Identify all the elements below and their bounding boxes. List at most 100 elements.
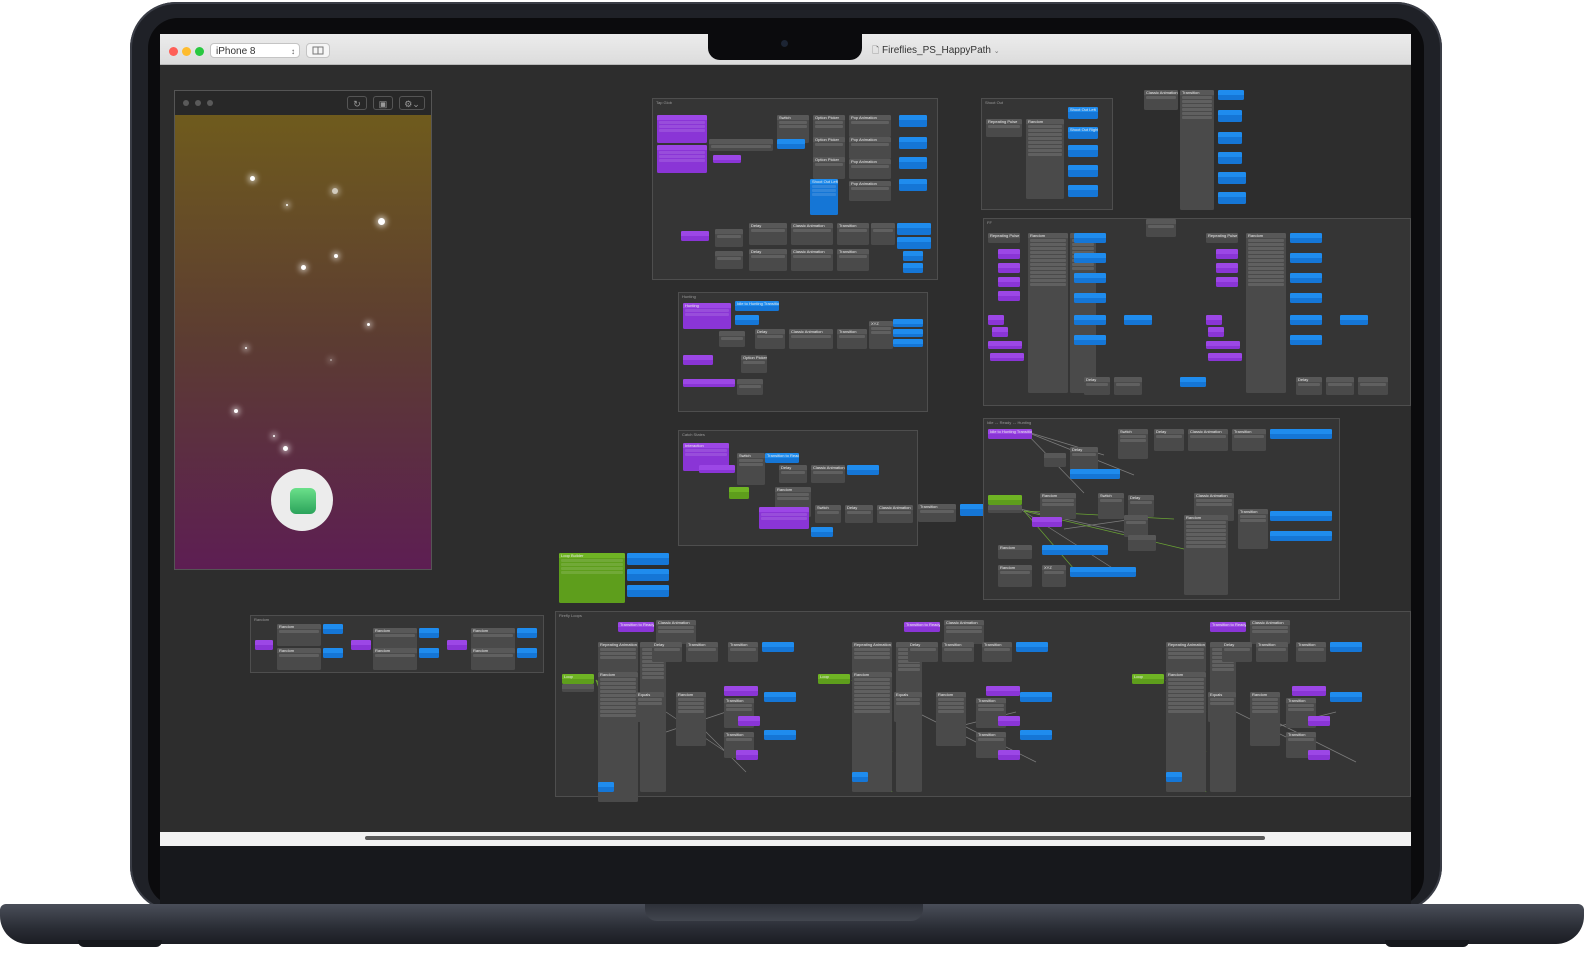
patch-node-random[interactable]: Random xyxy=(998,545,1032,559)
patch-node-output[interactable] xyxy=(627,569,669,581)
patch-node-pop-animation[interactable]: Pop Animation xyxy=(849,181,891,201)
patch-node[interactable] xyxy=(998,750,1020,760)
preview-canvas[interactable] xyxy=(175,115,431,569)
patch-node-transition[interactable]: Transition xyxy=(837,329,867,349)
patch-node-output[interactable] xyxy=(1166,772,1182,782)
patch-group-transitions[interactable]: Idle ↔ Ready ↔ Hunting Idle to Hunting T… xyxy=(983,418,1340,600)
patch-node-equals[interactable]: Equals xyxy=(636,692,664,722)
patch-node-output[interactable] xyxy=(764,730,796,740)
patch-node-output[interactable] xyxy=(1074,293,1106,303)
patch-node-output[interactable] xyxy=(1074,253,1106,263)
patch-node[interactable] xyxy=(724,686,758,696)
patch-node[interactable] xyxy=(1128,535,1156,551)
patch-node-delay[interactable]: Delay xyxy=(1128,495,1154,517)
patch-node-output[interactable] xyxy=(903,263,923,273)
patch-node-xyz[interactable]: XYZ xyxy=(1042,565,1066,587)
patch-node-option-picker[interactable]: Option Picker xyxy=(813,137,845,159)
patch-node-output[interactable] xyxy=(517,648,537,658)
patch-node-random[interactable]: Random xyxy=(373,628,417,650)
patch-node-output[interactable] xyxy=(1270,429,1332,439)
patch-node-loop[interactable]: Loop xyxy=(1132,674,1164,684)
patch-node-output[interactable] xyxy=(897,237,931,249)
patch-node-output[interactable] xyxy=(847,465,879,475)
patch-node-repeating-pulse[interactable]: Repeating Pulse xyxy=(1206,233,1238,243)
patch-node-classic-animation[interactable]: Classic Animation xyxy=(1250,620,1290,644)
patch-node-shoot-out-right[interactable]: Shoot Out Right xyxy=(1068,127,1098,139)
patch-node-transition-to-ready[interactable]: Transition to Ready xyxy=(904,622,940,632)
patch-node-output[interactable] xyxy=(1218,110,1242,122)
patch-node[interactable] xyxy=(715,251,743,269)
patch-group-hunting[interactable]: Hunting Hunting Idle to Hunting Transiti… xyxy=(678,292,928,412)
patch-node-output[interactable] xyxy=(1290,233,1322,243)
patch-node-output[interactable] xyxy=(899,179,927,191)
patch-node-output[interactable] xyxy=(1340,315,1368,325)
patch-node-classic-animation[interactable]: Classic Animation xyxy=(656,620,696,644)
patch-node-output[interactable] xyxy=(1020,692,1052,702)
record-icon[interactable]: ▣ xyxy=(373,96,393,110)
patch-node-delay[interactable]: Delay xyxy=(1222,642,1252,662)
patch-node-output[interactable] xyxy=(893,319,923,327)
patch-group-interaction[interactable]: Catch States Interaction Switch Transiti… xyxy=(678,430,918,546)
patch-node-output[interactable] xyxy=(1218,132,1242,144)
patch-node-output[interactable] xyxy=(1074,233,1106,243)
patch-node-output[interactable] xyxy=(627,553,669,565)
patch-node-output[interactable] xyxy=(903,251,923,261)
patch-node-transition[interactable]: Transition xyxy=(982,642,1012,662)
patch-node-output[interactable]: Transition to Ready xyxy=(765,453,799,463)
minimize-window-button[interactable] xyxy=(182,47,191,56)
patch-node-output[interactable] xyxy=(1218,192,1246,204)
patch-node-switch[interactable]: Switch xyxy=(815,505,841,523)
patch-node-delay[interactable]: Delay xyxy=(908,642,938,662)
patch-node-output[interactable] xyxy=(419,648,439,658)
patch-node-output[interactable] xyxy=(1042,545,1108,555)
patch-node-output[interactable]: Idle to Hunting Transition xyxy=(735,301,779,311)
patch-node[interactable] xyxy=(1206,341,1240,349)
patch-node[interactable] xyxy=(351,640,371,650)
patch-group-shoot-out[interactable]: Shoot Out Repeating Pulse Random Shoot O… xyxy=(981,98,1113,210)
patch-node-delay[interactable]: Delay xyxy=(1070,447,1098,471)
patch-node-equals[interactable]: Equals xyxy=(894,692,922,722)
patch-node-delay[interactable]: Delay xyxy=(779,465,807,483)
patch-node-output[interactable] xyxy=(1074,335,1106,345)
patch-node-transition[interactable]: Transition xyxy=(1256,642,1288,662)
patch-node-output[interactable] xyxy=(1068,185,1098,197)
patch-node-transition-to-ready[interactable]: Transition to Ready xyxy=(618,622,654,632)
patch-group-tap[interactable]: Tap Glob Switch Option Picker Option Pic… xyxy=(652,98,938,280)
patch-node-delay[interactable]: Delay xyxy=(749,223,787,245)
patch-node-output[interactable] xyxy=(1016,642,1048,652)
patch-node[interactable] xyxy=(1208,353,1242,361)
patch-node-transition[interactable]: Transition xyxy=(942,642,974,662)
patch-node-random[interactable]: Random xyxy=(998,565,1032,587)
patch-node-option-picker[interactable]: Option Picker xyxy=(813,157,845,179)
patch-node[interactable]: Idle to Hunting Transition xyxy=(988,429,1032,439)
patch-node-random[interactable]: Random xyxy=(373,648,417,670)
patch-node[interactable] xyxy=(1208,327,1224,337)
patch-node-shoot-out-left[interactable]: Shoot Out Left xyxy=(1068,107,1098,119)
patch-node-output[interactable] xyxy=(323,624,343,634)
patch-node-equals[interactable]: Equals xyxy=(1208,692,1236,722)
patch-node-delay[interactable]: Delay xyxy=(845,505,873,523)
patch-node-repeating-animation[interactable]: Repeating Animation xyxy=(852,642,892,672)
patch-node-delay[interactable]: Delay xyxy=(1296,377,1322,395)
patch-node[interactable] xyxy=(998,716,1020,726)
patch-node-hunting[interactable]: Hunting xyxy=(683,303,731,329)
patch-node-output[interactable] xyxy=(893,329,923,337)
patch-node[interactable] xyxy=(998,263,1020,273)
chevron-down-icon[interactable]: ⌄ xyxy=(994,48,1000,55)
refresh-icon[interactable]: ↻ xyxy=(347,96,367,110)
layout-toggle-button[interactable] xyxy=(306,43,330,58)
patch-node-classic-animation[interactable]: Classic Animation xyxy=(791,223,833,245)
patch-node[interactable] xyxy=(1216,277,1238,287)
patch-node-random[interactable]: Random xyxy=(936,692,966,746)
patch-node[interactable] xyxy=(988,341,1022,349)
patch-node[interactable] xyxy=(681,231,709,241)
patch-node-random[interactable]: Random xyxy=(471,648,515,670)
patch-node-repeating-pulse[interactable]: Repeating Pulse xyxy=(986,119,1022,137)
patch-node-loop[interactable]: Loop xyxy=(562,674,594,684)
settings-icon[interactable]: ⚙⌄ xyxy=(399,96,425,110)
patch-node-output[interactable] xyxy=(517,628,537,638)
patch-node[interactable] xyxy=(715,229,743,247)
patch-node-output[interactable] xyxy=(811,527,833,537)
patch-node[interactable] xyxy=(992,327,1008,337)
patch-node-output[interactable] xyxy=(1074,273,1106,283)
